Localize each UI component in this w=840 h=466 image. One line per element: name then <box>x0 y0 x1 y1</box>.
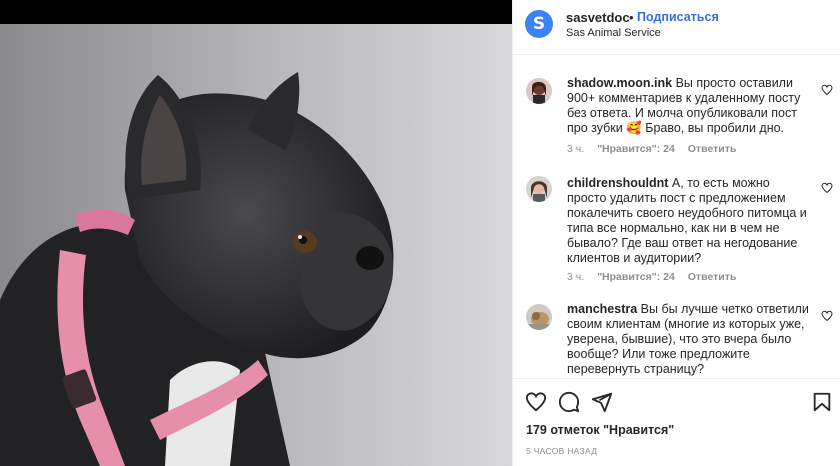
comment-username[interactable]: manchestra <box>567 302 637 316</box>
separator-dot: • <box>629 10 634 25</box>
comment-time[interactable]: 3 ч. <box>567 143 584 155</box>
heart-icon[interactable] <box>821 182 833 194</box>
comment-icon[interactable] <box>558 391 580 413</box>
heart-icon[interactable] <box>821 310 833 322</box>
author-subtitle[interactable]: Sas Animal Service <box>566 27 661 39</box>
avatar[interactable] <box>526 78 552 104</box>
post-side-panel: S sasvetdoc • Подписаться Sas Animal Ser… <box>512 0 840 466</box>
comment-text: shadow.moon.ink Вы просто оставили 900+ … <box>567 76 811 136</box>
avatar-letter: S <box>532 14 546 34</box>
post-photo[interactable] <box>0 0 512 466</box>
comment-likes[interactable]: "Нравится": 24 <box>597 143 675 155</box>
comment-text: manchestra Вы бы лучше четко ответили св… <box>567 302 811 376</box>
author-avatar[interactable]: S <box>525 10 553 38</box>
bookmark-icon[interactable] <box>811 391 833 413</box>
follow-button[interactable]: Подписаться <box>637 10 719 24</box>
share-icon[interactable] <box>591 391 613 413</box>
comment-text: childrenshouldnt А, то есть можно просто… <box>567 176 811 266</box>
avatar[interactable] <box>526 176 552 202</box>
comment-username[interactable]: shadow.moon.ink <box>567 76 672 90</box>
post-timestamp[interactable]: 5 ЧАСОВ НАЗАД <box>526 446 597 456</box>
comment-meta: 3 ч. "Нравится": 24 Ответить <box>567 271 746 283</box>
author-username[interactable]: sasvetdoc <box>566 10 630 25</box>
reply-button[interactable]: Ответить <box>688 143 737 155</box>
dog-photo <box>0 0 512 466</box>
comment-time[interactable]: 3 ч. <box>567 271 584 283</box>
avatar[interactable] <box>526 304 552 330</box>
heart-icon[interactable] <box>525 391 547 413</box>
heart-icon[interactable] <box>821 84 833 96</box>
comment-username[interactable]: childrenshouldnt <box>567 176 668 190</box>
post-actions: 179 отметок "Нравится" 5 ЧАСОВ НАЗАД <box>513 378 840 466</box>
likes-count[interactable]: 179 отметок "Нравится" <box>526 423 674 437</box>
comment-meta: 3 ч. "Нравится": 24 Ответить <box>567 143 746 155</box>
comments-list[interactable]: shadow.moon.ink Вы просто оставили 900+ … <box>513 56 840 376</box>
reply-button[interactable]: Ответить <box>688 271 737 283</box>
comment-likes[interactable]: "Нравится": 24 <box>597 271 675 283</box>
post-header: S sasvetdoc • Подписаться Sas Animal Ser… <box>513 0 840 55</box>
